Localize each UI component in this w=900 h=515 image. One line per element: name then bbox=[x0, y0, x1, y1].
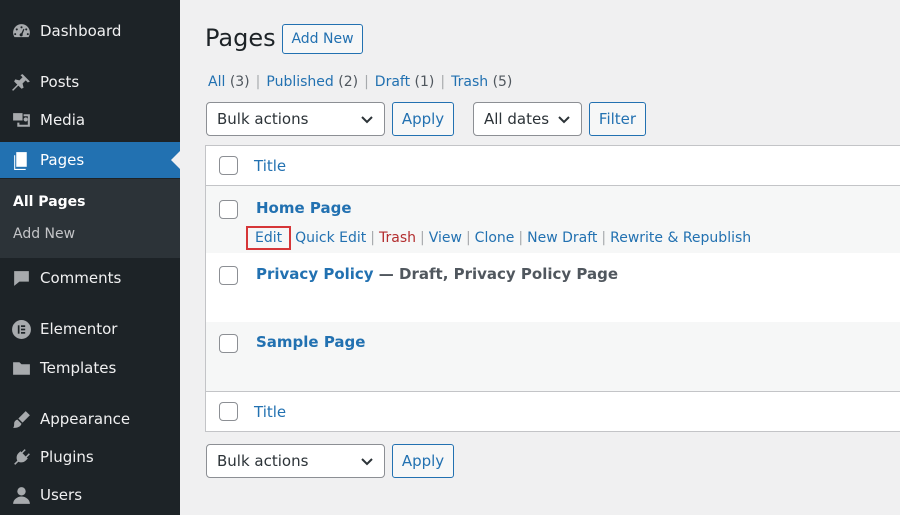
menu-label: Templates bbox=[40, 359, 117, 377]
date-filter-select[interactable]: All dates bbox=[473, 102, 582, 136]
separator: | bbox=[440, 74, 446, 90]
menu-plugins[interactable]: Plugins bbox=[0, 439, 180, 475]
menu-pages[interactable]: Pages bbox=[0, 142, 180, 178]
view-label: Draft bbox=[374, 74, 411, 90]
apply-button-bottom[interactable]: Apply bbox=[392, 444, 454, 478]
folder-icon bbox=[10, 357, 32, 379]
chevron-down-icon bbox=[557, 112, 571, 126]
dashboard-icon bbox=[10, 20, 32, 42]
table-row: Home Page Edit Quick Edit | Trash | View… bbox=[206, 186, 900, 253]
separator: | bbox=[601, 230, 607, 246]
select-value: Bulk actions bbox=[217, 452, 309, 470]
chevron-down-icon bbox=[360, 454, 374, 468]
chevron-down-icon bbox=[360, 112, 374, 126]
menu-label: Appearance bbox=[40, 410, 131, 428]
view-count: (5) bbox=[492, 74, 513, 90]
brush-icon bbox=[10, 408, 32, 430]
elementor-icon bbox=[10, 318, 32, 340]
menu-label: Elementor bbox=[40, 320, 118, 338]
view-label: Published bbox=[266, 74, 334, 90]
quick-edit-action[interactable]: Quick Edit bbox=[295, 230, 366, 246]
row-checkbox[interactable] bbox=[219, 200, 238, 219]
pages-table: Title Home Page Edit Quick Edit | Trash … bbox=[205, 145, 900, 432]
row-title-link[interactable]: Privacy Policy bbox=[256, 265, 374, 283]
apply-button-top[interactable]: Apply bbox=[392, 102, 454, 136]
row-title-link[interactable]: Sample Page bbox=[256, 333, 365, 351]
separator: | bbox=[465, 230, 471, 246]
active-indicator bbox=[171, 151, 180, 169]
table-footer: Title bbox=[206, 391, 900, 431]
menu-posts[interactable]: Posts bbox=[0, 64, 180, 100]
filter-button[interactable]: Filter bbox=[589, 102, 646, 136]
menu-label: Users bbox=[40, 486, 83, 504]
table-header: Title bbox=[206, 146, 900, 186]
menu-media[interactable]: Media bbox=[0, 102, 180, 138]
pages-icon bbox=[10, 149, 32, 171]
comments-icon bbox=[10, 267, 32, 289]
view-all-link[interactable]: All (3) bbox=[208, 74, 250, 90]
view-action[interactable]: View bbox=[429, 230, 462, 246]
separator: | bbox=[364, 74, 369, 90]
menu-label: Dashboard bbox=[40, 22, 122, 40]
separator: | bbox=[255, 74, 261, 90]
admin-sidebar: Dashboard Posts Media Pages All Pages Ad… bbox=[0, 0, 180, 515]
menu-dashboard[interactable]: Dashboard bbox=[0, 13, 180, 49]
media-icon bbox=[10, 109, 32, 131]
add-new-button[interactable]: Add New bbox=[282, 24, 363, 54]
new-draft-action[interactable]: New Draft bbox=[527, 230, 597, 246]
column-title-footer[interactable]: Title bbox=[254, 403, 286, 421]
separator: | bbox=[370, 230, 375, 246]
column-title-header[interactable]: Title bbox=[254, 157, 286, 175]
separator: | bbox=[420, 230, 425, 246]
plugin-icon bbox=[10, 446, 32, 468]
pages-submenu: All Pages Add New bbox=[0, 179, 180, 258]
view-draft-link[interactable]: Draft (1) bbox=[375, 74, 435, 90]
clone-action[interactable]: Clone bbox=[475, 230, 515, 246]
table-row: Privacy Policy — Draft, Privacy Policy P… bbox=[206, 253, 900, 322]
menu-elementor[interactable]: Elementor bbox=[0, 311, 180, 347]
menu-label: Posts bbox=[40, 73, 80, 91]
view-published-link[interactable]: Published (2) bbox=[266, 74, 358, 90]
submenu-all-pages[interactable]: All Pages bbox=[13, 194, 86, 210]
post-state: — Draft, Privacy Policy Page bbox=[373, 265, 619, 283]
table-row: Sample Page bbox=[206, 322, 900, 391]
bulk-actions-select-bottom[interactable]: Bulk actions bbox=[206, 444, 385, 478]
menu-label: Comments bbox=[40, 269, 122, 287]
select-all-checkbox-bottom[interactable] bbox=[219, 402, 238, 421]
rewrite-republish-action[interactable]: Rewrite & Republish bbox=[610, 230, 751, 246]
edit-action[interactable]: Edit bbox=[246, 226, 292, 250]
view-count: (2) bbox=[338, 74, 359, 90]
view-trash-link[interactable]: Trash (5) bbox=[451, 74, 512, 90]
row-actions: Edit Quick Edit | Trash | View | Clone |… bbox=[246, 226, 751, 250]
menu-users[interactable]: Users bbox=[0, 477, 180, 513]
submenu-add-new[interactable]: Add New bbox=[13, 226, 75, 242]
select-value: All dates bbox=[484, 110, 550, 128]
trash-action[interactable]: Trash bbox=[379, 230, 416, 246]
row-checkbox[interactable] bbox=[219, 334, 238, 353]
view-count: (1) bbox=[414, 74, 435, 90]
select-all-checkbox[interactable] bbox=[219, 156, 238, 175]
view-label: All bbox=[208, 74, 226, 90]
view-filters: All (3) | Published (2) | Draft (1) | Trash (5… bbox=[208, 74, 512, 90]
menu-label: Media bbox=[40, 111, 86, 129]
user-icon bbox=[10, 484, 32, 506]
menu-label: Plugins bbox=[40, 448, 94, 466]
view-count: (3) bbox=[229, 74, 250, 90]
bulk-actions-select-top[interactable]: Bulk actions bbox=[206, 102, 385, 136]
separator: | bbox=[518, 230, 524, 246]
row-title-line: Privacy Policy — Draft, Privacy Policy P… bbox=[256, 265, 618, 283]
menu-appearance[interactable]: Appearance bbox=[0, 401, 180, 437]
select-value: Bulk actions bbox=[217, 110, 309, 128]
page-title: Pages bbox=[205, 24, 276, 52]
view-label: Trash bbox=[451, 74, 489, 90]
menu-label: Pages bbox=[40, 151, 85, 169]
row-title-link[interactable]: Home Page bbox=[256, 199, 352, 217]
menu-comments[interactable]: Comments bbox=[0, 260, 180, 296]
row-checkbox[interactable] bbox=[219, 266, 238, 285]
menu-templates[interactable]: Templates bbox=[0, 350, 180, 386]
pin-icon bbox=[10, 71, 32, 93]
